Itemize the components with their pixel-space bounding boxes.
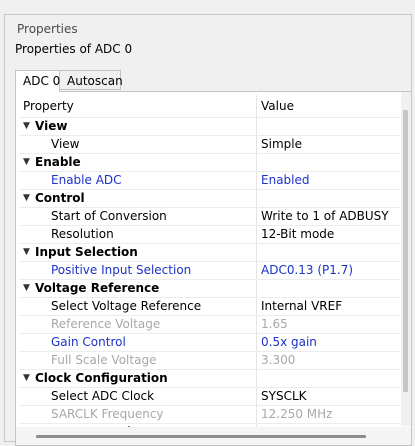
chevron-down-icon[interactable]: ▼ — [23, 245, 32, 259]
property-value[interactable]: Internal VREF — [261, 299, 342, 314]
grid-header: Property Value — [19, 95, 402, 117]
chevron-down-icon[interactable]: ▼ — [23, 371, 32, 385]
property-name: View — [51, 137, 80, 151]
property-name: Gain Control — [51, 335, 126, 349]
property-row-enable-adc[interactable]: Enable ADC Enabled — [19, 171, 402, 189]
property-row-positive-input-selection[interactable]: Positive Input Selection ADC0.13 (P1.7) — [19, 261, 402, 279]
property-grid[interactable]: Property Value ▼ View View Simple ▼ Enable Ena… — [19, 95, 402, 427]
property-row-reference-voltage[interactable]: Reference Voltage 1.65 — [19, 315, 402, 333]
category-label: Enable — [35, 155, 81, 169]
property-value: 1.65 — [261, 317, 288, 331]
property-value[interactable]: SYSCLK — [261, 389, 307, 404]
property-value[interactable]: Enabled — [261, 173, 310, 188]
property-value[interactable]: 0.5x gain — [261, 335, 317, 350]
properties-group: Properties Properties of ADC 0 ADC 0 Aut… — [4, 14, 412, 446]
property-row-sarclk-frequency[interactable]: SARCLK Frequency 12.250 MHz — [19, 405, 402, 423]
window-top-edge — [0, 0, 415, 4]
property-row-gain-control[interactable]: Gain Control 0.5x gain — [19, 333, 402, 351]
horizontal-scroll-thumb[interactable] — [36, 435, 366, 438]
property-value[interactable]: 12-Bit mode — [261, 227, 334, 242]
category-view[interactable]: ▼ View — [19, 117, 402, 135]
property-name: Resolution — [51, 227, 114, 241]
property-name: Select ADC Clock — [51, 389, 155, 403]
vertical-scrollbar[interactable] — [401, 92, 411, 426]
property-value[interactable]: ADC0.13 (P1.7) — [261, 263, 353, 278]
property-name: Select Voltage Reference — [51, 299, 202, 313]
category-label: Voltage Reference — [35, 281, 160, 295]
property-name: Start of Conversion — [51, 209, 167, 223]
property-name: Enable ADC — [51, 173, 122, 187]
category-enable[interactable]: ▼ Enable — [19, 153, 402, 171]
category-clock-configuration[interactable]: ▼ Clock Configuration — [19, 369, 402, 387]
property-name: Reference Voltage — [51, 317, 161, 331]
tab-adc0[interactable]: ADC 0 — [15, 70, 60, 92]
column-header-property[interactable]: Property — [23, 99, 74, 113]
chevron-down-icon[interactable]: ▼ — [23, 119, 32, 133]
property-row-select-voltage-reference[interactable]: Select Voltage Reference Internal VREF — [19, 297, 402, 315]
property-value: 3.300 — [261, 353, 296, 367]
column-header-value[interactable]: Value — [261, 99, 294, 113]
property-value: 12.250 MHz — [261, 407, 333, 421]
chevron-down-icon[interactable]: ▼ — [23, 281, 32, 295]
horizontal-scrollbar[interactable] — [16, 427, 411, 445]
property-name: SARCLK Frequency — [51, 407, 164, 421]
property-value[interactable]: Write to 1 of ADBUSY — [261, 209, 389, 224]
property-row-resolution[interactable]: Resolution 12-Bit mode — [19, 225, 402, 243]
property-name: Positive Input Selection — [51, 263, 192, 277]
category-label: Clock Configuration — [35, 371, 168, 385]
property-name: Full Scale Voltage — [51, 353, 157, 367]
property-row-view[interactable]: View Simple — [19, 135, 402, 153]
category-input-selection[interactable]: ▼ Input Selection — [19, 243, 402, 261]
category-label: Input Selection — [35, 245, 138, 259]
property-value[interactable]: Simple — [261, 137, 302, 152]
category-label: Control — [35, 191, 85, 205]
chevron-down-icon[interactable]: ▼ — [23, 155, 32, 169]
tab-panel: Property Value ▼ View View Simple ▼ Enable Ena… — [15, 91, 412, 446]
properties-subtitle: Properties of ADC 0 — [15, 42, 133, 56]
property-row-start-of-conversion[interactable]: Start of Conversion Write to 1 of ADBUSY — [19, 207, 402, 225]
category-label: View — [35, 119, 68, 133]
properties-group-label: Properties — [15, 22, 80, 36]
category-control[interactable]: ▼ Control — [19, 189, 402, 207]
vertical-scroll-thumb[interactable] — [403, 110, 408, 392]
tab-autoscan[interactable]: Autoscan — [59, 70, 123, 90]
category-voltage-reference[interactable]: ▼ Voltage Reference — [19, 279, 402, 297]
property-row-full-scale-voltage[interactable]: Full Scale Voltage 3.300 — [19, 351, 402, 369]
property-row-select-adc-clock[interactable]: Select ADC Clock SYSCLK — [19, 387, 402, 405]
chevron-down-icon[interactable]: ▼ — [23, 191, 32, 205]
